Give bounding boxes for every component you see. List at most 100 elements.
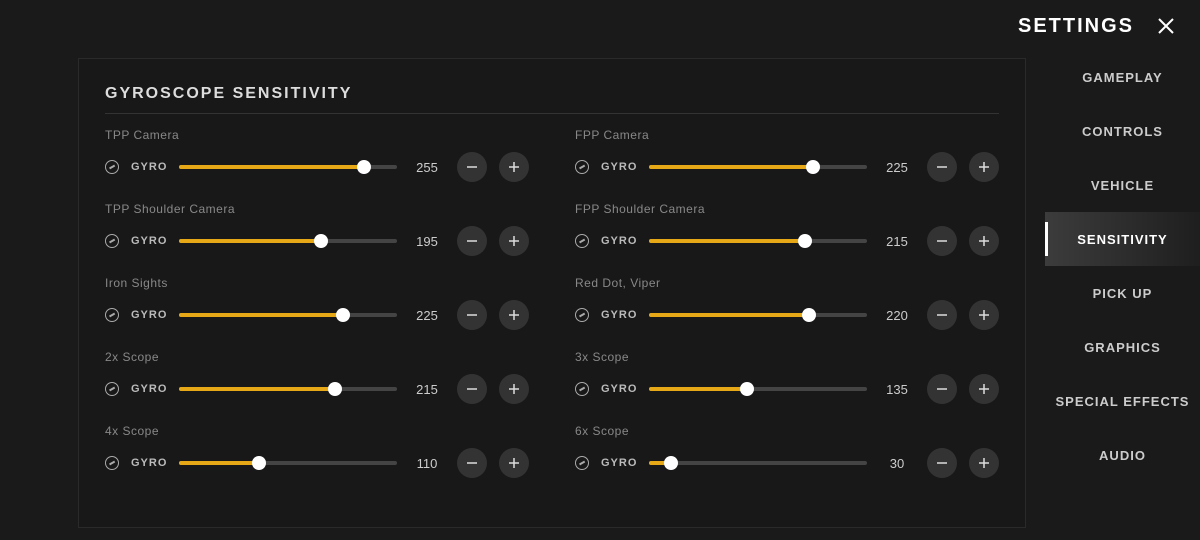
increase-button[interactable] <box>499 152 529 182</box>
panel-title: GYROSCOPE SENSITIVITY <box>105 85 999 103</box>
decrease-button[interactable] <box>927 374 957 404</box>
gyro-tag: GYRO <box>601 309 637 321</box>
increase-button[interactable] <box>969 374 999 404</box>
slider-track[interactable] <box>179 387 397 391</box>
slider-thumb[interactable] <box>314 234 328 248</box>
slider-track[interactable] <box>649 313 867 317</box>
gyro-icon <box>105 456 119 470</box>
setting-label: TPP Shoulder Camera <box>105 202 529 216</box>
slider-track[interactable] <box>649 239 867 243</box>
slider-value: 110 <box>409 456 445 471</box>
slider-fill <box>649 165 813 169</box>
nav-item-pick-up[interactable]: PICK UP <box>1045 266 1200 320</box>
slider-thumb[interactable] <box>252 456 266 470</box>
setting-label: FPP Shoulder Camera <box>575 202 999 216</box>
slider-value: 255 <box>409 160 445 175</box>
slider-fill <box>649 239 805 243</box>
slider-track[interactable] <box>649 461 867 465</box>
slider-fill <box>179 239 321 243</box>
decrease-button[interactable] <box>927 300 957 330</box>
slider-track[interactable] <box>179 461 397 465</box>
gyro-icon <box>575 382 589 396</box>
decrease-button[interactable] <box>457 300 487 330</box>
setting-label: Iron Sights <box>105 276 529 290</box>
minus-icon <box>465 456 479 470</box>
setting-item: 6x ScopeGYRO30 <box>575 424 999 478</box>
increase-button[interactable] <box>499 226 529 256</box>
sensitivity-panel: GYROSCOPE SENSITIVITY TPP Camera GYRO 255 F… <box>78 58 1026 528</box>
decrease-button[interactable] <box>457 152 487 182</box>
settings-grid: TPP CameraGYRO255FPP CameraGYRO225TPP Sh… <box>105 128 999 496</box>
close-icon <box>1156 16 1176 36</box>
gyro-tag: GYRO <box>131 457 167 469</box>
slider-thumb[interactable] <box>802 308 816 322</box>
plus-icon <box>507 382 521 396</box>
setting-row: GYRO 110 <box>105 448 529 478</box>
slider-thumb[interactable] <box>806 160 820 174</box>
gyro-tag: GYRO <box>131 309 167 321</box>
decrease-button[interactable] <box>457 226 487 256</box>
increase-button[interactable] <box>969 300 999 330</box>
nav-item-sensitivity[interactable]: SENSITIVITY <box>1045 212 1200 266</box>
decrease-button[interactable] <box>927 226 957 256</box>
setting-label: TPP Camera <box>105 128 529 142</box>
setting-item: FPP Shoulder CameraGYRO215 <box>575 202 999 256</box>
gyro-tag: GYRO <box>131 383 167 395</box>
setting-item: 2x ScopeGYRO215 <box>105 350 529 404</box>
settings-header: SETTINGS <box>1018 12 1180 40</box>
slider-fill <box>649 387 747 391</box>
minus-icon <box>935 382 949 396</box>
setting-item: TPP Shoulder CameraGYRO195 <box>105 202 529 256</box>
slider-track[interactable] <box>649 387 867 391</box>
increase-button[interactable] <box>969 226 999 256</box>
nav-item-audio[interactable]: AUDIO <box>1045 428 1200 482</box>
nav-item-gameplay[interactable]: GAMEPLAY <box>1045 50 1200 104</box>
slider-thumb[interactable] <box>336 308 350 322</box>
close-button[interactable] <box>1152 12 1180 40</box>
increase-button[interactable] <box>499 300 529 330</box>
plus-icon <box>977 234 991 248</box>
increase-button[interactable] <box>499 448 529 478</box>
gyro-icon <box>575 308 589 322</box>
slider-thumb[interactable] <box>740 382 754 396</box>
slider-thumb[interactable] <box>357 160 371 174</box>
slider-thumb[interactable] <box>328 382 342 396</box>
setting-row: GYRO220 <box>575 300 999 330</box>
plus-icon <box>977 456 991 470</box>
slider-value: 215 <box>409 382 445 397</box>
slider-thumb[interactable] <box>798 234 812 248</box>
setting-row: GYRO30 <box>575 448 999 478</box>
nav-item-special-effects[interactable]: SPECIAL EFFECTS <box>1045 374 1200 428</box>
decrease-button[interactable] <box>457 374 487 404</box>
setting-row: GYRO225 <box>575 152 999 182</box>
minus-icon <box>465 308 479 322</box>
increase-button[interactable] <box>499 374 529 404</box>
increase-button[interactable] <box>969 448 999 478</box>
setting-item: Iron SightsGYRO225 <box>105 276 529 330</box>
nav-item-vehicle[interactable]: VEHICLE <box>1045 158 1200 212</box>
plus-icon <box>977 382 991 396</box>
increase-button[interactable] <box>969 152 999 182</box>
slider-thumb[interactable] <box>664 456 678 470</box>
gyro-tag: GYRO <box>131 161 167 173</box>
nav-item-controls[interactable]: CONTROLS <box>1045 104 1200 158</box>
decrease-button[interactable] <box>927 152 957 182</box>
plus-icon <box>977 160 991 174</box>
nav-item-graphics[interactable]: GRAPHICS <box>1045 320 1200 374</box>
slider-track[interactable] <box>179 165 397 169</box>
slider-track[interactable] <box>179 313 397 317</box>
minus-icon <box>935 234 949 248</box>
decrease-button[interactable] <box>927 448 957 478</box>
setting-item: TPP Camera GYRO 255 <box>105 128 529 182</box>
setting-row: GYRO135 <box>575 374 999 404</box>
setting-item: 3x ScopeGYRO135 <box>575 350 999 404</box>
setting-item: Red Dot, ViperGYRO220 <box>575 276 999 330</box>
plus-icon <box>507 234 521 248</box>
decrease-button[interactable] <box>457 448 487 478</box>
slider-value: 225 <box>879 160 915 175</box>
slider-track[interactable] <box>179 239 397 243</box>
minus-icon <box>935 456 949 470</box>
slider-track[interactable] <box>649 165 867 169</box>
divider <box>105 113 999 114</box>
gyro-tag: GYRO <box>131 235 167 247</box>
